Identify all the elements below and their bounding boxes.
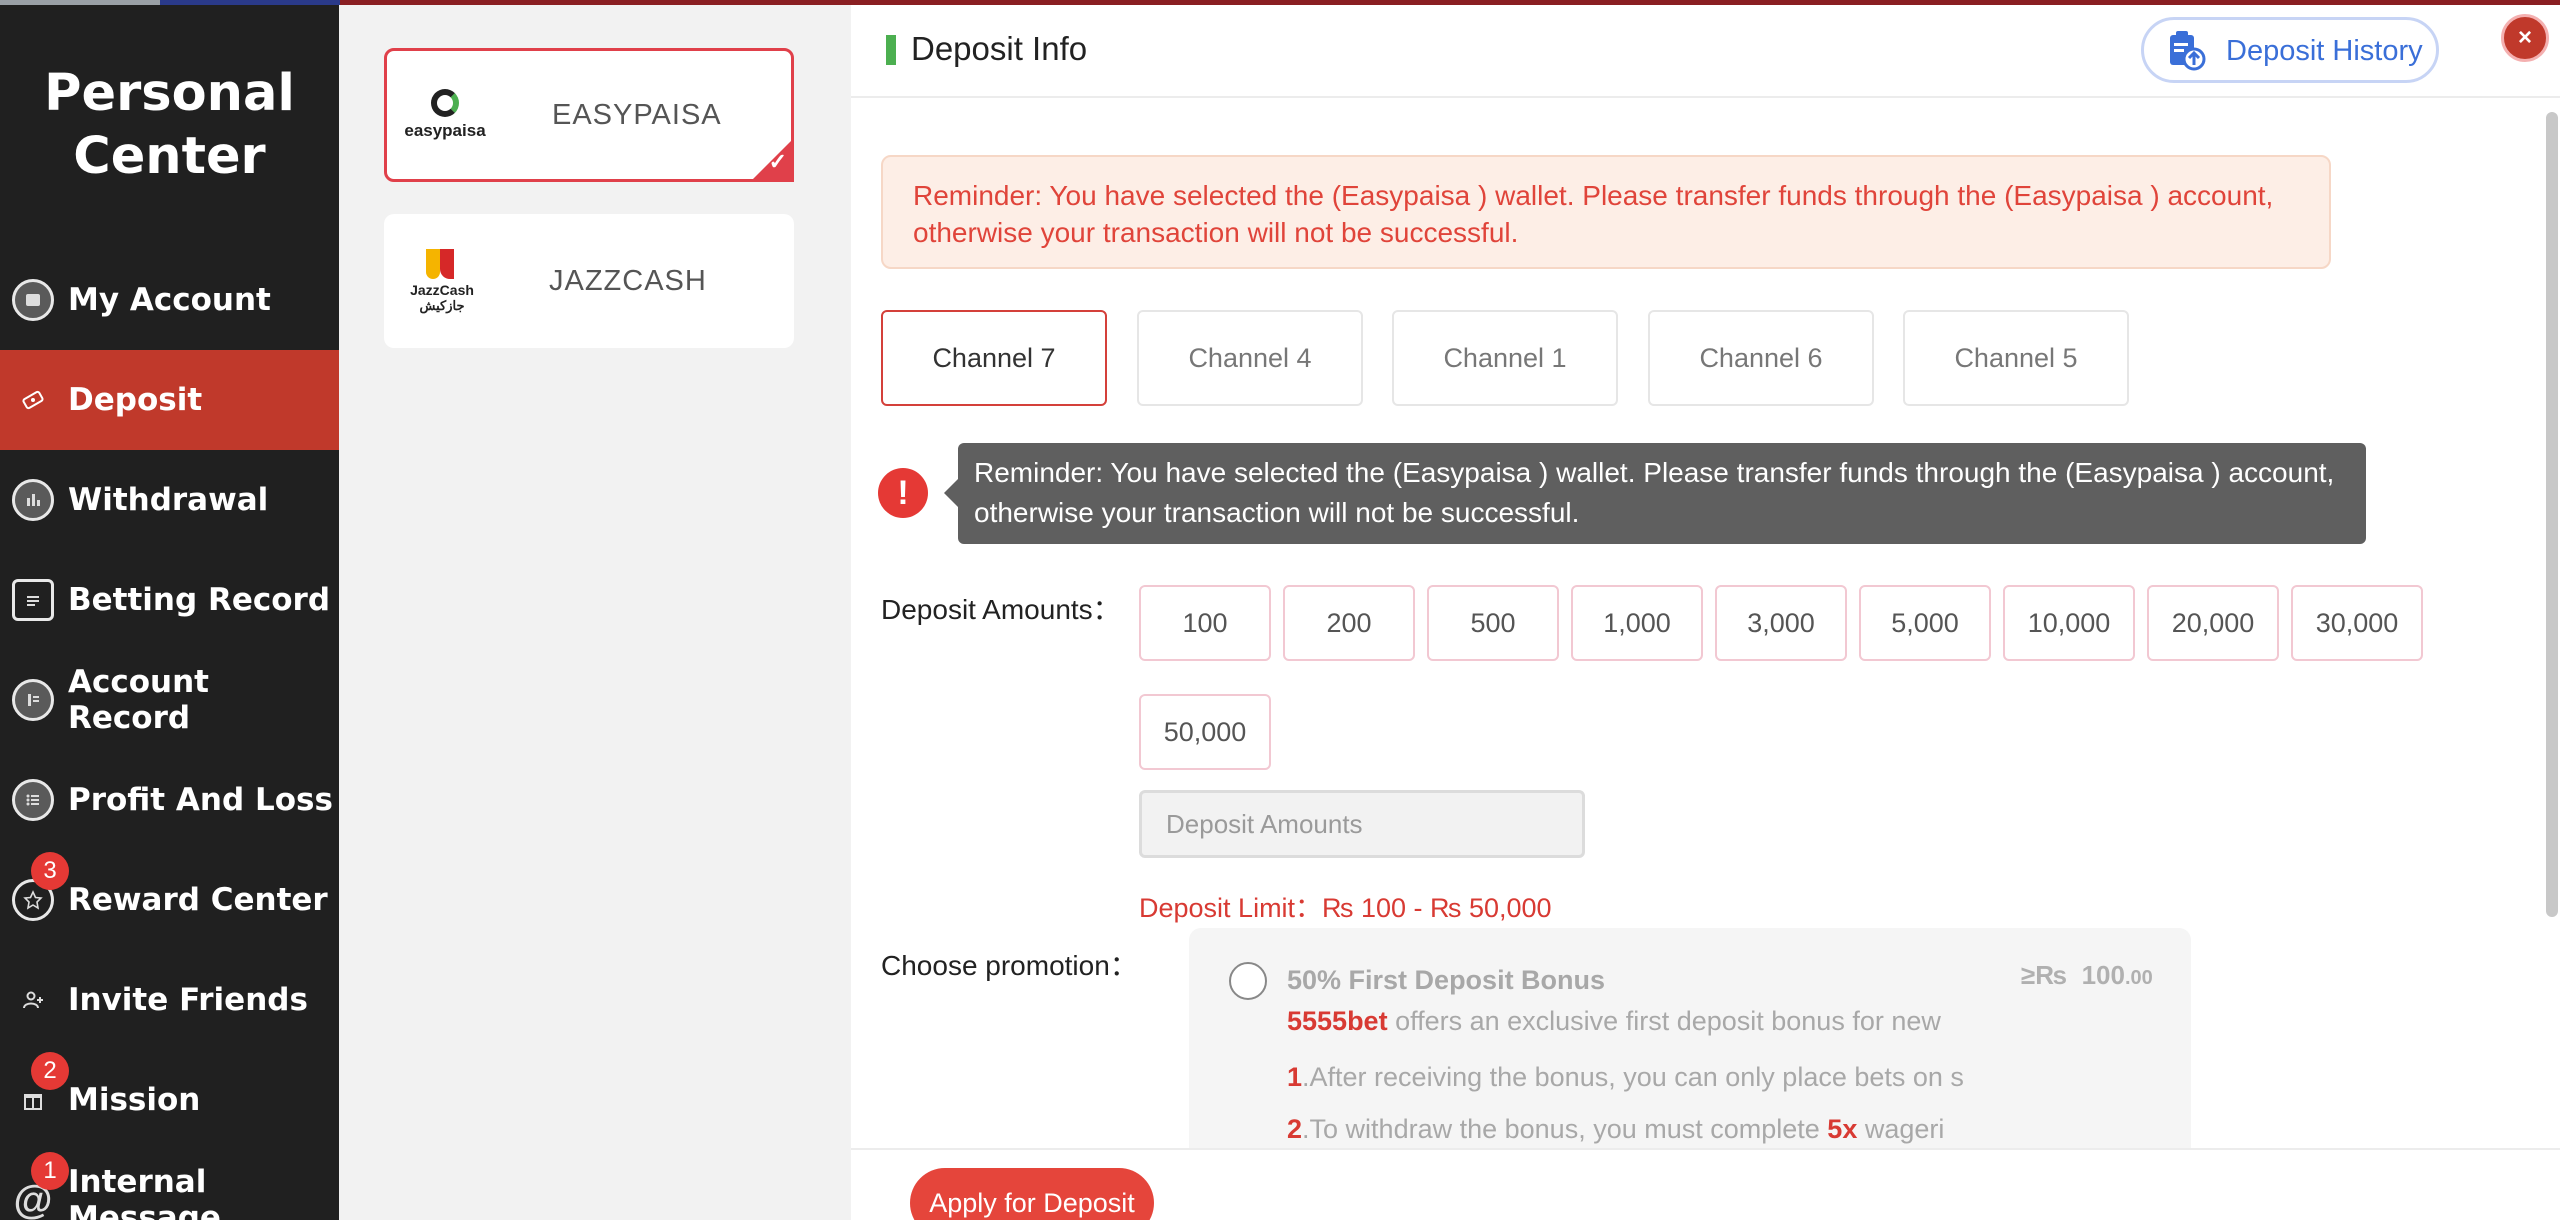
- sidebar-item-profit-and-loss[interactable]: Profit And Loss: [0, 750, 339, 850]
- channel-7-button[interactable]: Channel 7: [881, 310, 1107, 406]
- deposit-limit-text: Deposit Limit：₨ 100 - ₨ 50,000: [1139, 893, 1552, 923]
- promotion-radio[interactable]: [1229, 962, 1267, 1000]
- sidebar-item-invite-friends[interactable]: Invite Friends: [0, 950, 339, 1050]
- promotion-desc-text: offers an exclusive first deposit bonus …: [1387, 1006, 1941, 1036]
- sidebar-item-account-record[interactable]: Account Record: [0, 650, 339, 750]
- promotion-minimum: ≥₨ 100.00: [2021, 960, 2153, 991]
- deposit-history-button[interactable]: Deposit History: [2141, 17, 2439, 83]
- chart-bars-icon: [12, 479, 54, 521]
- sidebar-item-deposit[interactable]: Deposit: [0, 350, 339, 450]
- easypaisa-logo: easypaisa: [404, 75, 486, 155]
- close-button[interactable]: ×: [2501, 14, 2549, 62]
- clipboard-icon: [12, 579, 54, 621]
- sidebar-item-betting-record[interactable]: Betting Record: [0, 550, 339, 650]
- rule-number: 2: [1287, 1114, 1303, 1144]
- rule-number: 1: [1287, 1062, 1303, 1092]
- checkmark-icon: ✓: [768, 149, 787, 174]
- panel-footer: Apply for Deposit: [851, 1148, 2560, 1220]
- promotion-rule-2: 2.To withdraw the bonus, you must comple…: [1287, 1114, 1987, 1145]
- rule-multiplier: 5x: [1827, 1114, 1858, 1144]
- add-user-icon: [12, 979, 54, 1021]
- reminder-tooltip: Reminder: You have selected the (Easypai…: [944, 443, 2366, 544]
- amount-option[interactable]: 10,000: [2003, 585, 2135, 661]
- promotion-min-decimals: .00: [2124, 967, 2153, 989]
- apply-for-deposit-button[interactable]: Apply for Deposit: [910, 1168, 1154, 1220]
- amount-option[interactable]: 20,000: [2147, 585, 2279, 661]
- top-strip-grey: [0, 0, 160, 5]
- page-title: Deposit Info: [911, 30, 1088, 67]
- choose-promotion-label: Choose promotion：: [881, 950, 1138, 981]
- sidebar-item-withdrawal[interactable]: Withdrawal: [0, 450, 339, 550]
- account-icon: [12, 279, 54, 321]
- rule-text: .To withdraw the bonus, you must complet…: [1302, 1114, 1828, 1144]
- sidebar-title-line2: Center: [73, 127, 266, 186]
- deposit-history-label: Deposit History: [2226, 35, 2423, 67]
- amount-option[interactable]: 500: [1427, 585, 1559, 661]
- wallet-jazzcash[interactable]: JazzCash جازکیش JAZZCASH: [384, 214, 794, 348]
- sidebar-item-my-account[interactable]: My Account: [0, 250, 339, 350]
- jazzcash-logo-text: JazzCash: [410, 282, 474, 298]
- deposit-panel: Deposit Info Deposit History × Reminder:…: [851, 0, 2560, 1220]
- deposit-icon: [12, 379, 54, 421]
- wallet-name: EASYPAISA: [552, 98, 722, 131]
- top-strip: [0, 0, 2560, 5]
- channel-6-button[interactable]: Channel 6: [1648, 310, 1874, 406]
- sidebar-item-label: Mission: [68, 1082, 201, 1118]
- sidebar-title: Personal Center: [0, 62, 339, 188]
- notification-badge: 3: [31, 852, 69, 890]
- channel-1-button[interactable]: Channel 1: [1392, 310, 1618, 406]
- sidebar-item-label: Account Record: [68, 664, 209, 736]
- amount-option[interactable]: 1,000: [1571, 585, 1703, 661]
- amount-option[interactable]: 50,000: [1139, 694, 1271, 770]
- sidebar-item-label: Invite Friends: [68, 982, 308, 1018]
- promotion-min-value: 100: [2081, 960, 2125, 990]
- scrollbar[interactable]: [2546, 112, 2558, 917]
- top-strip-blue: [160, 0, 340, 5]
- deposit-amount-input[interactable]: [1139, 790, 1585, 858]
- reminder-banner: Reminder: You have selected the (Easypai…: [881, 155, 2331, 269]
- wallet-list: easypaisa EASYPAISA ✓ JazzCash جازکیش JA…: [339, 0, 851, 1220]
- sidebar-item-label: My Account: [68, 282, 271, 318]
- sidebar-item-label: Betting Record: [68, 582, 331, 618]
- wallet-easypaisa[interactable]: easypaisa EASYPAISA ✓: [384, 48, 794, 182]
- sidebar-item-label: Withdrawal: [68, 482, 269, 518]
- channel-4-button[interactable]: Channel 4: [1137, 310, 1363, 406]
- notification-badge: 1: [31, 1152, 69, 1190]
- sidebar: Personal Center My Account Deposit Withd…: [0, 0, 339, 1220]
- channel-5-button[interactable]: Channel 5: [1903, 310, 2129, 406]
- promotion-rule-1: 1.After receiving the bonus, you can onl…: [1287, 1062, 1987, 1093]
- promotion-description: 5555bet offers an exclusive first deposi…: [1287, 1006, 1987, 1037]
- promotion-min-prefix: ≥₨: [2021, 960, 2068, 990]
- rule-text: .After receiving the bonus, you can only…: [1302, 1062, 1964, 1092]
- amount-option[interactable]: 200: [1283, 585, 1415, 661]
- jazzcash-logo: JazzCash جازکیش: [404, 241, 480, 321]
- sidebar-item-label: Reward Center: [68, 882, 328, 918]
- warning-icon[interactable]: !: [878, 468, 928, 518]
- easypaisa-logo-text: easypaisa: [404, 121, 486, 140]
- sidebar-title-line1: Personal: [44, 64, 295, 123]
- title-accent-bar: [886, 35, 896, 65]
- notification-badge: 2: [31, 1052, 69, 1090]
- sidebar-item-label: Internal Message: [68, 1164, 221, 1220]
- deposit-amounts-label: Deposit Amounts：: [881, 594, 1121, 625]
- amount-option[interactable]: 5,000: [1859, 585, 1991, 661]
- sidebar-item-reward-center[interactable]: 3 Reward Center: [0, 850, 339, 950]
- panel-header: Deposit Info Deposit History ×: [851, 0, 2560, 98]
- sidebar-item-mission[interactable]: 2 Mission: [0, 1050, 339, 1150]
- rule-text-tail: wageri: [1857, 1114, 1945, 1144]
- sidebar-item-internal-message[interactable]: @ 1 Internal Message: [0, 1150, 339, 1220]
- jazzcash-logo-subtext: جازکیش: [419, 298, 465, 313]
- wallet-name: JAZZCASH: [549, 264, 707, 297]
- list-icon: [12, 779, 54, 821]
- amount-option[interactable]: 100: [1139, 585, 1271, 661]
- clipboard-upload-icon: [2170, 31, 2206, 71]
- sidebar-item-label: Deposit: [68, 382, 203, 418]
- promotion-title: 50% First Deposit Bonus: [1287, 965, 1606, 995]
- sidebar-item-label: Profit And Loss: [68, 782, 333, 818]
- promotion-brand: 5555bet: [1287, 1006, 1388, 1036]
- amount-option[interactable]: 3,000: [1715, 585, 1847, 661]
- amount-option[interactable]: 30,000: [2291, 585, 2423, 661]
- ledger-icon: [12, 679, 54, 721]
